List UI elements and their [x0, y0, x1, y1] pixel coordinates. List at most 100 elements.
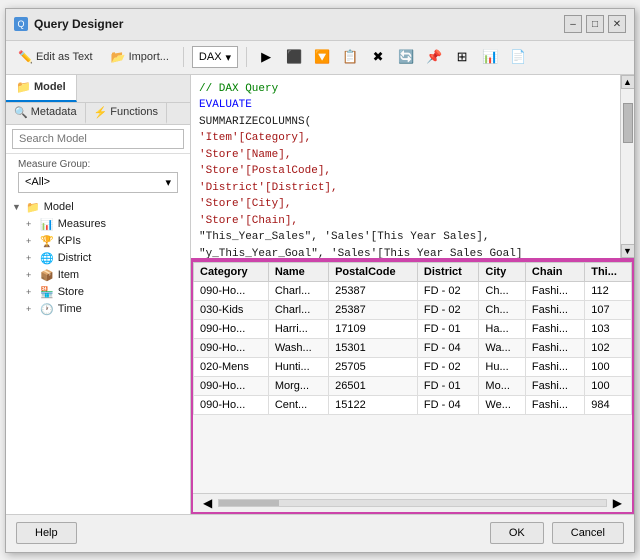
table-cell: 090-Ho...	[194, 395, 269, 414]
tree-view: ▼ 📁 Model + 📊 Measures + 🏆 KPIs + 🌐	[6, 197, 190, 514]
table-cell: Harri...	[268, 319, 328, 338]
tree-item-kpis[interactable]: + 🏆 KPIs	[6, 233, 190, 250]
table-cell: 100	[585, 357, 632, 376]
table-header-row: Category Name PostalCode District City C…	[194, 262, 632, 281]
properties-button[interactable]: 📌	[423, 46, 445, 68]
footer: Help OK Cancel	[6, 514, 634, 552]
table-cell: 090-Ho...	[194, 338, 269, 357]
sql-button[interactable]: 📄	[507, 46, 529, 68]
query-editor[interactable]: // DAX Query EVALUATE SUMMARIZECOLUMNS( …	[191, 75, 620, 260]
window-title: Query Designer	[34, 17, 123, 31]
tab-functions[interactable]: ⚡ Functions	[86, 103, 167, 124]
dax-chevron-icon: ▾	[226, 51, 232, 64]
model-tree-icon: 📁	[26, 201, 40, 214]
tree-item-time[interactable]: + 🕐 Time	[6, 301, 190, 318]
stop-button[interactable]: ⬛	[283, 46, 305, 68]
filter-button[interactable]: 🔽	[311, 46, 333, 68]
table-cell: Wa...	[479, 338, 526, 357]
table-cell: FD - 04	[417, 395, 479, 414]
maximize-button[interactable]: □	[586, 15, 604, 33]
table-cell: Fashi...	[525, 300, 584, 319]
table-cell: 030-Kids	[194, 300, 269, 319]
col-header-city: City	[479, 262, 526, 281]
help-button[interactable]: Help	[16, 522, 77, 544]
results-tbody: 090-Ho...Charl...25387FD - 02Ch...Fashi.…	[194, 281, 632, 414]
footer-right-buttons: OK Cancel	[490, 522, 624, 544]
table-cell: Hunti...	[268, 357, 328, 376]
horizontal-scroll-bar[interactable]: ◀ ▶	[193, 493, 632, 512]
tree-item-label: Model	[44, 201, 74, 213]
tab-metadata[interactable]: 🔍 Metadata	[6, 103, 86, 124]
functions-icon: ⚡	[94, 106, 108, 119]
col-header-name: Name	[268, 262, 328, 281]
scroll-down-arrow[interactable]: ▼	[621, 244, 635, 258]
table-row: 090-Ho...Cent...15122FD - 04We...Fashi..…	[194, 395, 632, 414]
dax-label: DAX	[199, 51, 222, 63]
table-cell: Wash...	[268, 338, 328, 357]
grid-button[interactable]: ⊞	[451, 46, 473, 68]
scroll-left-arrow[interactable]: ◀	[197, 496, 218, 510]
h-scroll-track[interactable]	[218, 499, 607, 507]
query-line-11: "y_This_Year_Goal", 'Sales'[This Year Sa…	[199, 246, 612, 260]
h-scroll-thumb[interactable]	[219, 500, 279, 506]
scroll-thumb[interactable]	[623, 103, 633, 143]
delete-button[interactable]: ✖	[367, 46, 389, 68]
toolbar: ✏️ Edit as Text 📂 Import... DAX ▾ ▶ ⬛ 🔽 …	[6, 41, 634, 75]
store-icon: 🏪	[40, 286, 54, 299]
refresh-button[interactable]: 🔄	[395, 46, 417, 68]
toolbar-separator-1	[183, 47, 184, 67]
main-content: 📁 Model 🔍 Metadata ⚡ Functions Measure G…	[6, 75, 634, 514]
tab-model[interactable]: 📁 Model	[6, 75, 77, 102]
minimize-button[interactable]: –	[564, 15, 582, 33]
tree-item-model[interactable]: ▼ 📁 Model	[6, 199, 190, 216]
table-cell: 090-Ho...	[194, 281, 269, 300]
tree-item-measures[interactable]: + 📊 Measures	[6, 216, 190, 233]
import-button[interactable]: 📂 Import...	[105, 47, 175, 67]
search-input[interactable]	[12, 129, 184, 149]
table-cell: 090-Ho...	[194, 376, 269, 395]
scroll-up-arrow[interactable]: ▲	[621, 75, 635, 89]
right-panel: // DAX Query EVALUATE SUMMARIZECOLUMNS( …	[191, 75, 634, 514]
table-cell: 17109	[329, 319, 418, 338]
table-row: 090-Ho...Wash...15301FD - 04Wa...Fashi..…	[194, 338, 632, 357]
scroll-right-arrow[interactable]: ▶	[607, 496, 628, 510]
left-panel: 📁 Model 🔍 Metadata ⚡ Functions Measure G…	[6, 75, 191, 514]
measure-group-dropdown[interactable]: <All> ▾	[18, 172, 178, 193]
run-query-button[interactable]: ▶	[255, 46, 277, 68]
table-cell: FD - 02	[417, 357, 479, 376]
data-table: Category Name PostalCode District City C…	[193, 262, 632, 415]
query-line-5: 'Store'[Name],	[199, 147, 612, 164]
query-line-7: 'District'[District],	[199, 180, 612, 197]
edit-as-text-button[interactable]: ✏️ Edit as Text	[12, 47, 99, 67]
chart-button[interactable]: 📊	[479, 46, 501, 68]
dax-dropdown[interactable]: DAX ▾	[192, 46, 238, 68]
measure-group-label: Measure Group:	[12, 156, 184, 172]
table-cell: 26501	[329, 376, 418, 395]
table-cell: Hu...	[479, 357, 526, 376]
query-line-1: // DAX Query	[199, 81, 612, 98]
results-table[interactable]: Category Name PostalCode District City C…	[193, 262, 632, 493]
query-line-10: "This_Year_Sales", 'Sales'[This Year Sal…	[199, 229, 612, 246]
edit-icon: ✏️	[18, 50, 33, 64]
table-cell: Fashi...	[525, 281, 584, 300]
toolbar-separator-2	[246, 47, 247, 67]
tree-item-store[interactable]: + 🏪 Store	[6, 284, 190, 301]
tree-item-district[interactable]: + 🌐 District	[6, 250, 190, 267]
table-cell: FD - 01	[417, 319, 479, 338]
cancel-button[interactable]: Cancel	[552, 522, 624, 544]
table-cell: Charl...	[268, 281, 328, 300]
query-designer-window: Q Query Designer – □ ✕ ✏️ Edit as Text 📂…	[5, 8, 635, 553]
query-scrollbar[interactable]: ▲ ▼	[620, 75, 634, 258]
panel-tabs: 📁 Model	[6, 75, 190, 103]
close-button[interactable]: ✕	[608, 15, 626, 33]
metadata-icon: 🔍	[14, 106, 28, 119]
table-cell: Morg...	[268, 376, 328, 395]
col-header-category: Category	[194, 262, 269, 281]
table-cell: 984	[585, 395, 632, 414]
table-cell: 25705	[329, 357, 418, 376]
tree-item-item[interactable]: + 📦 Item	[6, 267, 190, 284]
ok-button[interactable]: OK	[490, 522, 544, 544]
query-line-2: EVALUATE	[199, 97, 612, 114]
add-table-button[interactable]: 📋	[339, 46, 361, 68]
table-cell: Charl...	[268, 300, 328, 319]
